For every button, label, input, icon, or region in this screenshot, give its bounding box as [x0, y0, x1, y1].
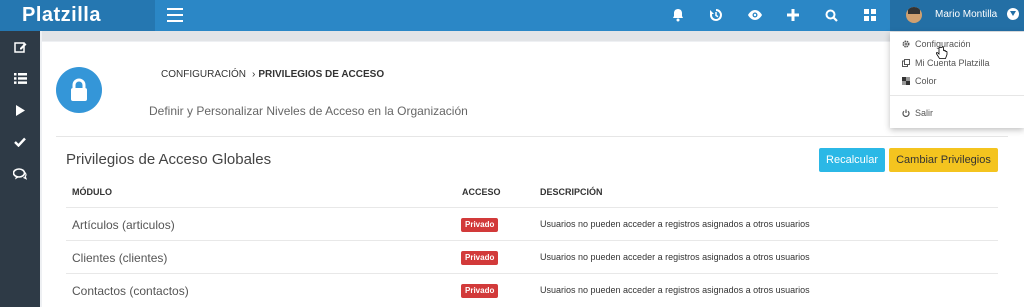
play-icon[interactable] [0, 95, 40, 125]
menu-item-salir[interactable]: Salir [902, 108, 933, 118]
menu-item-label: Salir [915, 108, 934, 118]
column-header-module: MÓDULO [72, 187, 112, 197]
comments-icon[interactable] [0, 159, 40, 189]
row-module: Artículos (articulos) [72, 218, 175, 232]
brand-logo[interactable]: Platzilla [0, 0, 155, 31]
row-module: Clientes (clientes) [72, 251, 168, 265]
row-description: Usuarios no pueden acceder a registros a… [540, 219, 810, 229]
palette-icon [902, 77, 910, 85]
user-dropdown-menu: Configuración Mi Cuenta Platzilla Color … [890, 32, 1024, 128]
sidebar [0, 31, 40, 307]
menu-item-label: Mi Cuenta Platzilla [915, 58, 990, 68]
edit-icon[interactable] [0, 32, 40, 62]
breadcrumb-separator: › [252, 69, 256, 80]
menu-item-label: Color [915, 76, 937, 86]
avatar [906, 7, 922, 23]
menu-item-color[interactable]: Color [902, 76, 937, 86]
row-description: Usuarios no pueden acceder a registros a… [540, 285, 810, 295]
bell-icon[interactable] [668, 5, 688, 25]
list-icon[interactable] [0, 63, 40, 93]
top-bar: Platzilla Mario Montilla [0, 0, 1024, 31]
breadcrumb-current: PRIVILEGIOS DE ACCESO [258, 69, 385, 80]
row-description: Usuarios no pueden acceder a registros a… [540, 252, 810, 262]
table-row[interactable]: Contactos (contactos) Privado Usuarios n… [66, 273, 998, 306]
menu-divider [890, 95, 1024, 96]
search-icon[interactable] [821, 5, 841, 25]
plus-icon[interactable] [783, 5, 803, 25]
column-header-access: ACCESO [462, 187, 501, 197]
recalc-button[interactable]: Recalcular [819, 148, 885, 172]
lock-icon [56, 67, 102, 113]
history-icon[interactable] [706, 5, 726, 25]
menu-toggle-icon[interactable] [167, 8, 183, 22]
row-module: Contactos (contactos) [72, 284, 189, 298]
table-row[interactable]: Artículos (articulos) Privado Usuarios n… [66, 207, 998, 240]
gear-icon [902, 40, 910, 48]
status-badge: Privado [461, 251, 499, 265]
status-badge: Privado [461, 218, 499, 232]
copy-icon [902, 59, 910, 67]
status-badge: Privado [461, 284, 499, 298]
check-icon[interactable] [0, 127, 40, 157]
content-strip [42, 31, 1024, 41]
breadcrumb: CONFIGURACIÓN › PRIVILEGIOS DE ACCESO [161, 69, 384, 80]
grid-icon[interactable] [860, 5, 880, 25]
table-row[interactable]: Clientes (clientes) Privado Usuarios no … [66, 240, 998, 273]
user-name: Mario Montilla [935, 9, 998, 20]
column-header-description: DESCRIPCIÓN [540, 187, 603, 197]
breadcrumb-parent[interactable]: CONFIGURACIÓN [161, 69, 246, 80]
user-menu-toggle[interactable]: Mario Montilla [890, 0, 1024, 31]
eye-icon[interactable] [745, 5, 765, 25]
page-subtitle: Definir y Personalizar Niveles de Acceso… [149, 104, 468, 118]
power-icon [902, 109, 910, 117]
chevron-down-icon [1007, 8, 1019, 20]
change-privileges-button[interactable]: Cambiar Privilegios [889, 148, 998, 172]
hand-cursor-icon [935, 46, 948, 65]
card-title: Privilegios de Acceso Globales [66, 151, 272, 168]
